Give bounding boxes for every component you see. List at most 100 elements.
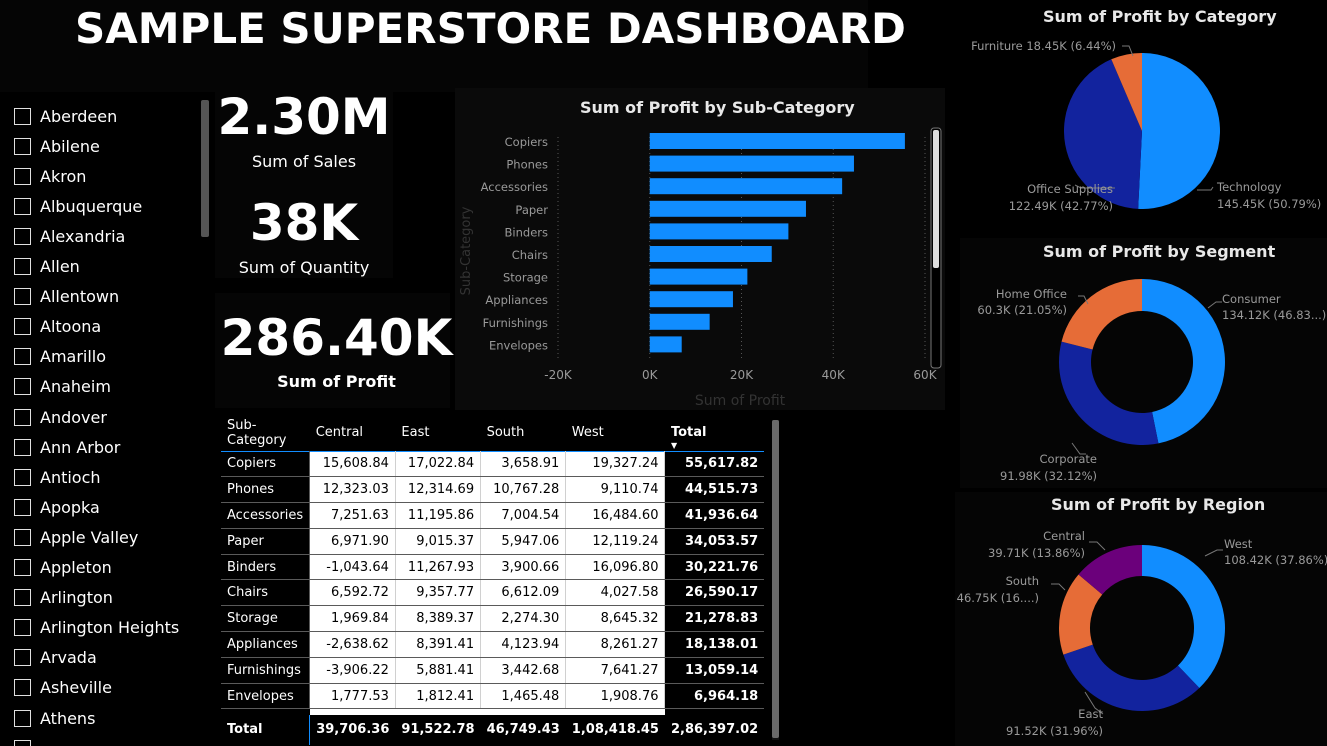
city-label: Asheville xyxy=(40,678,112,698)
table-row[interactable]: Appliances -2,638.62 8,391.41 4,123.94 8,261… xyxy=(221,631,765,658)
city-item[interactable]: Anaheim xyxy=(14,376,111,398)
x-tick-label: -20K xyxy=(544,368,573,382)
checkbox[interactable] xyxy=(14,438,31,456)
pie-slice[interactable] xyxy=(1059,341,1159,445)
table-row[interactable]: Accessories 7,251.63 11,195.86 7,004.54 16,4… xyxy=(221,502,765,529)
city-item[interactable]: Allentown xyxy=(14,286,119,308)
value-cell: 8,645.32 xyxy=(565,605,666,633)
bar[interactable] xyxy=(649,313,710,330)
checkbox[interactable] xyxy=(14,709,31,727)
bar[interactable] xyxy=(649,336,682,353)
pie-slice[interactable] xyxy=(1138,53,1220,210)
checkbox[interactable] xyxy=(14,137,31,155)
table-row[interactable]: Binders -1,043.64 11,267.93 3,900.66 16,096.… xyxy=(221,554,765,581)
checkbox[interactable] xyxy=(14,589,31,607)
city-item[interactable]: Akron xyxy=(14,165,86,187)
city-item[interactable]: Arlington xyxy=(14,587,113,609)
total-cell: 1,08,418.45 xyxy=(565,714,665,745)
table-row[interactable]: Storage 1,969.84 8,389.37 2,274.30 8,645.32 2… xyxy=(221,605,765,633)
city-item[interactable]: Altoona xyxy=(14,316,101,338)
checkbox[interactable] xyxy=(14,318,31,336)
row-total-cell: 55,617.82 xyxy=(664,450,765,478)
bar[interactable] xyxy=(649,200,806,217)
bar[interactable] xyxy=(649,178,843,195)
slice-label: Furniture 18.45K (6.44%) xyxy=(971,39,1116,53)
slice-value-label: 91.98K (32.12%) xyxy=(1000,469,1097,483)
city-item[interactable]: Aberdeen xyxy=(14,105,117,127)
pie-slice[interactable] xyxy=(1142,279,1225,444)
table-row[interactable]: Furnishings -3,906.22 5,881.41 3,442.68 7,64… xyxy=(221,657,765,684)
checkbox[interactable] xyxy=(14,167,31,185)
pie-slice[interactable] xyxy=(1063,644,1200,711)
table-row[interactable]: Chairs 6,592.72 9,357.77 6,612.09 4,027.58 26… xyxy=(221,579,765,607)
y-tick-label: Binders xyxy=(505,225,548,239)
value-cell: 5,881.41 xyxy=(395,657,482,684)
bar-chart-scrollbar[interactable] xyxy=(933,130,939,268)
checkbox[interactable] xyxy=(14,107,31,125)
table-row[interactable]: Paper 6,971.90 9,015.37 5,947.06 12,119.24 34… xyxy=(221,528,765,555)
city-item[interactable]: Appleton xyxy=(14,557,112,579)
city-item[interactable]: Arvada xyxy=(14,647,97,669)
checkbox[interactable] xyxy=(14,498,31,516)
city-item[interactable]: Athens xyxy=(14,707,95,729)
table-row[interactable]: Phones 12,323.03 12,314.69 10,767.28 9,110.7… xyxy=(221,476,765,504)
column-header[interactable]: Sub-Category xyxy=(221,415,310,451)
checkbox[interactable] xyxy=(14,258,31,275)
column-header[interactable]: Total ▼ xyxy=(665,415,764,451)
checkbox[interactable] xyxy=(14,348,31,366)
pie-slice[interactable] xyxy=(1061,279,1142,350)
city-item[interactable]: Amarillo xyxy=(14,346,106,368)
bar[interactable] xyxy=(649,133,905,149)
table-scrollbar[interactable] xyxy=(772,420,779,738)
checkbox[interactable] xyxy=(14,288,31,306)
city-item[interactable]: Allen xyxy=(14,256,80,278)
city-item[interactable]: Apopka xyxy=(14,496,100,518)
checkbox[interactable] xyxy=(14,227,31,245)
bar[interactable] xyxy=(649,223,789,240)
dashboard-title: SAMPLE SUPERSTORE DASHBOARD xyxy=(75,4,906,53)
y-tick-label: Copiers xyxy=(505,135,548,149)
city-item[interactable]: Apple Valley xyxy=(14,526,138,548)
y-axis-label: Sub-Category xyxy=(459,206,474,295)
city-item[interactable]: Antioch xyxy=(14,466,101,488)
checkbox[interactable] xyxy=(14,559,31,576)
bar[interactable] xyxy=(649,291,733,308)
bar[interactable] xyxy=(649,246,772,262)
checkbox[interactable] xyxy=(14,739,31,746)
checkbox[interactable] xyxy=(14,197,31,215)
checkbox[interactable] xyxy=(14,468,31,486)
column-header[interactable]: West xyxy=(566,415,665,451)
city-item[interactable]: Albuquerque xyxy=(14,195,142,217)
column-header[interactable]: East xyxy=(395,415,480,451)
checkbox[interactable] xyxy=(14,619,31,637)
value-cell: 3,900.66 xyxy=(480,554,567,581)
category-pie-panel: Sum of Profit by Category Technology 145.… xyxy=(955,0,1327,235)
checkbox[interactable] xyxy=(14,649,31,667)
checkbox[interactable] xyxy=(14,679,31,697)
city-item[interactable]: Andover xyxy=(14,406,107,428)
city-item[interactable]: Alexandria xyxy=(14,225,125,247)
sort-arrow-icon[interactable]: ▼ xyxy=(671,441,677,450)
city-item[interactable]: Asheville xyxy=(14,677,112,699)
city-item[interactable]: Abilene xyxy=(14,135,100,157)
city-item[interactable]: Arlington Heights xyxy=(14,617,179,639)
slicer-scrollbar[interactable] xyxy=(201,100,209,237)
table-row[interactable]: Copiers 15,608.84 17,022.84 3,658.91 19,327.… xyxy=(221,450,765,478)
checkbox[interactable] xyxy=(14,528,31,546)
column-header[interactable]: Central xyxy=(310,415,396,451)
value-cell: 12,314.69 xyxy=(395,476,482,504)
bar[interactable] xyxy=(649,155,854,172)
pie-slice[interactable] xyxy=(1142,545,1225,688)
slice-label: Technology xyxy=(1216,180,1282,194)
checkbox[interactable] xyxy=(14,378,31,396)
city-item[interactable]: Ann Arbor xyxy=(14,436,120,458)
city-label: Arvada xyxy=(40,648,97,668)
bar[interactable] xyxy=(649,268,748,285)
column-header[interactable]: South xyxy=(481,415,566,451)
table-row[interactable]: Envelopes 1,777.53 1,812.41 1,465.48 1,908.7… xyxy=(221,683,765,710)
checkbox[interactable] xyxy=(14,408,31,426)
slice-value-label: 46.75K (16....) xyxy=(957,591,1039,605)
slice-value-label: 145.45K (50.79%) xyxy=(1217,197,1321,211)
city-item-partial[interactable] xyxy=(14,737,40,746)
row-label: Envelopes xyxy=(221,683,311,710)
